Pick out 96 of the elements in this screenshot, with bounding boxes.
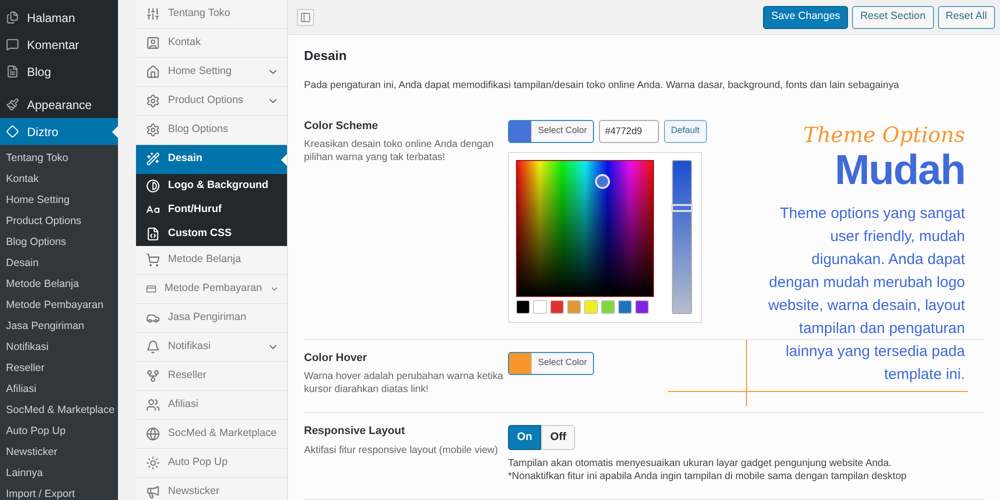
sidebar-item[interactable]: Komentar [0,31,118,58]
toolbar-button[interactable]: Reset Section [852,6,934,28]
options-nav-item[interactable]: Jasa Pengiriman [136,304,287,333]
bell-icon [146,340,160,354]
help-note: Tampilan akan otomatis menyesuaikan ukuran layar gadget pengunjung website Anda. [508,457,893,470]
palette-swatch[interactable] [516,300,530,314]
toolbar-button[interactable]: Save Changes [763,6,848,28]
palette-swatch[interactable] [533,300,547,314]
magic-wand-icon [146,152,160,166]
options-nav-item[interactable]: Home Setting [136,58,287,87]
options-subnav-item[interactable]: Font/Huruf [136,198,287,222]
sidebar-item[interactable]: Blog [0,58,118,85]
palette-swatch[interactable] [635,300,649,314]
submenu-item[interactable]: Metode Pembayaran [0,295,118,316]
sidebar-item[interactable]: Diztro [0,118,118,145]
submenu-item[interactable]: Notifikasi [0,337,118,358]
section-title: Desain [304,47,348,65]
setting-title: Color Hover [304,350,368,366]
submenu-item[interactable]: Jasa Pengiriman [0,316,118,337]
options-nav-item[interactable]: Metode Belanja [136,246,287,275]
options-subnav-item[interactable]: Logo & Background [136,174,287,198]
default-button[interactable]: Default [664,120,707,142]
code-file-icon [146,227,160,241]
submenu-item[interactable]: Kontak [0,169,118,190]
palette-swatch[interactable] [584,300,598,314]
select-color-button[interactable]: Select Color [508,352,594,374]
submenu-item[interactable]: Reseller [0,358,118,379]
setting-description: Kreasikan desain toko online Anda dengan pilihan warna yang tak terbatas! [304,138,495,164]
toolbar-button[interactable]: Reset All [938,6,995,28]
submenu-item[interactable]: Import / Export [0,484,118,500]
picker-cursor[interactable] [595,174,610,188]
options-nav-item[interactable]: Reseller [136,362,287,391]
pages-icon [6,11,19,24]
fork-icon [146,369,160,383]
half-circle-icon [146,179,160,193]
hex-input[interactable]: #4772d9 [599,120,660,142]
section-description: Pada pengaturan ini, Anda dapat memodifikasi tampilan/desain toko online Anda. Warna dasar, background, fonts dan lain sebagainya [304,78,900,92]
slider-handle[interactable] [671,204,693,212]
palette-swatch[interactable] [567,300,581,314]
megaphone-icon [146,485,160,499]
help-note: *Nonaktifkan fitur ini apabila Anda ingin tampilan di mobile sama dengan tampilan desktop [508,470,907,483]
submenu-item[interactable]: Tentang Toko [0,148,118,169]
home-icon [146,65,160,79]
burst-icon [146,456,160,470]
setting-title: Responsive Layout [304,424,406,439]
palette-swatch[interactable] [550,300,564,314]
diamond-icon [6,125,19,138]
submenu-item[interactable]: SocMed & Marketplace [0,400,118,421]
pointer-notch [112,126,118,138]
contact-card-icon [146,36,160,50]
options-nav-item[interactable]: Desain [136,145,287,174]
options-nav-item[interactable]: Tentang Toko [136,0,287,29]
sidebar-item[interactable]: Appearance [0,91,118,118]
select-color-button[interactable]: Select Color [508,120,594,142]
users-icon [146,398,160,412]
options-nav-item[interactable]: Auto Pop Up [136,449,287,478]
options-nav-item[interactable]: Afiliasi [136,391,287,420]
submenu-item[interactable]: Home Setting [0,190,118,211]
collapse-panel-button[interactable] [297,8,314,26]
options-nav-item[interactable]: Metode Pembayaran [136,275,287,304]
setting-title: Color Scheme [304,118,379,134]
options-nav-item[interactable]: Newsticker [136,478,287,500]
promo-text: Theme options yang sangat user friendly, mudah digunakan. Anda dapat dengan mudah merubah logo website, warna desain, layout tampilan dan pengaturan lainnya yang tersedia pada template ini. [767,204,965,385]
submenu-item[interactable]: Lainnya [0,463,118,484]
palette-swatch[interactable] [618,300,632,314]
submenu-item[interactable]: Blog Options [0,232,118,253]
submenu-item[interactable]: Auto Pop Up [0,421,118,442]
submenu-item[interactable]: Desain [0,253,118,274]
globe-icon [146,427,160,441]
document-icon [6,65,19,78]
submenu-item[interactable]: Afiliasi [0,379,118,400]
panel-icon [300,12,311,22]
submenu-item[interactable]: Product Options [0,211,118,232]
options-nav-item[interactable]: Product Options [136,87,287,116]
options-subnav-item[interactable]: Custom CSS [136,222,287,246]
promo-headline: Mudah [834,148,965,192]
lightness-slider[interactable] [672,160,692,314]
options-nav-item[interactable]: SocMed & Marketplace [136,420,287,449]
gear-icon [146,94,160,108]
submenu-item[interactable]: Newsticker [0,442,118,463]
sliders-icon [146,7,160,21]
sidebar-item[interactable]: Halaman [0,4,118,31]
speech-bubble-icon [6,38,19,51]
palette-swatch[interactable] [601,300,615,314]
toggle-option[interactable]: Off [541,425,576,450]
submenu-item[interactable]: Metode Belanja [0,274,118,295]
color-gradient-area[interactable] [516,160,654,296]
setting-description: Warna hover adalah perubahan warna ketika kursor diarahkan diatas link! [304,370,504,396]
toggle-option[interactable]: On [508,425,542,450]
gear-icon [146,123,160,137]
setting-description: Aktifasi fitur responsive layout (mobile view) [304,444,499,456]
paintbrush-icon [6,98,19,111]
options-nav-item[interactable]: Notifikasi [136,333,287,362]
cart-icon [146,253,160,267]
promo-tagline: Theme Options [803,122,965,148]
options-nav-item[interactable]: Kontak [136,29,287,58]
